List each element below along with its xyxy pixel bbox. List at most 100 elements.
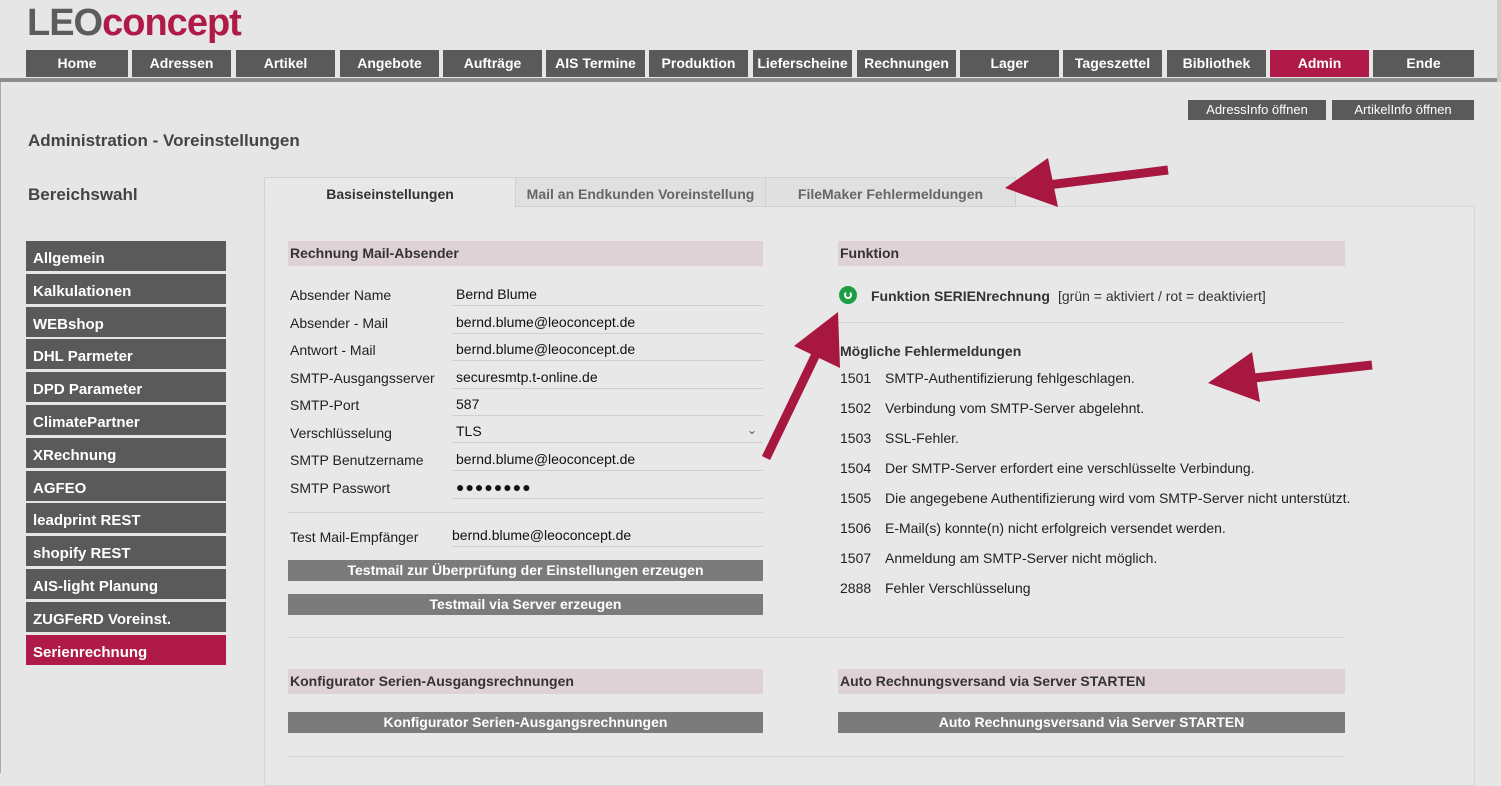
error-row: 1503 SSL-Fehler.	[840, 430, 959, 446]
testmail-server-button[interactable]: Testmail via Server erzeugen	[288, 594, 763, 615]
konfigurator-header: Konfigurator Serien-Ausgangsrechnungen	[288, 669, 763, 694]
error-code: 2888	[840, 580, 872, 596]
error-code: 1507	[840, 550, 872, 566]
artikelinfo-button[interactable]: ArtikelInfo öffnen	[1332, 100, 1474, 120]
error-code: 1502	[840, 400, 872, 416]
nav-divider	[0, 78, 1501, 82]
sidebar-item-webshop[interactable]: WEBshop	[26, 306, 226, 337]
select-value: TLS	[456, 423, 482, 439]
nav-ende[interactable]: Ende	[1373, 50, 1474, 77]
funktion-header: Funktion	[838, 241, 1345, 266]
error-code: 1506	[840, 520, 872, 536]
test-recipient-input[interactable]: bernd.blume@leoconcept.de	[452, 525, 763, 547]
error-list-title: Mögliche Fehlermeldungen	[840, 343, 1022, 359]
arrow-to-tab-icon	[1005, 158, 1169, 207]
verschluesselung-select[interactable]: TLS ⌄	[452, 421, 763, 443]
smtp-server-input[interactable]: securesmtp.t-online.de	[452, 367, 763, 389]
nav-adressen[interactable]: Adressen	[132, 50, 231, 77]
smtp-username-input[interactable]: bernd.blume@leoconcept.de	[452, 449, 763, 471]
logo-part-concept: concept	[102, 2, 242, 44]
nav-rechnungen[interactable]: Rechnungen	[857, 50, 956, 77]
sidebar-item-zugferd-voreinst-[interactable]: ZUGFeRD Voreinst.	[26, 601, 226, 632]
antwort-mail-input[interactable]: bernd.blume@leoconcept.de	[452, 339, 763, 361]
divider	[288, 637, 1345, 638]
auto-versand-header: Auto Rechnungsversand via Server STARTEN	[838, 669, 1345, 694]
logo-part-leo: LEO	[27, 2, 103, 44]
nav-bibliothek[interactable]: Bibliothek	[1167, 50, 1266, 77]
field-label: SMTP-Ausgangsserver	[290, 370, 435, 386]
error-text: Der SMTP-Server erfordert eine verschlüs…	[885, 460, 1255, 476]
smtp-port-input[interactable]: 587	[452, 394, 763, 416]
sidebar-item-climatepartner[interactable]: ClimatePartner	[26, 404, 226, 435]
sidebar: Allgemein Kalkulationen WEBshop DHL Parmete…	[26, 241, 226, 667]
nav-tageszettel[interactable]: Tageszettel	[1063, 50, 1162, 77]
error-row: 1507 Anmeldung am SMTP-Server nicht mögli…	[840, 550, 1157, 566]
error-text: Verbindung vom SMTP-Server abgelehnt.	[885, 400, 1145, 416]
nav-artikel[interactable]: Artikel	[236, 50, 335, 77]
nav-angebote[interactable]: Angebote	[340, 50, 439, 77]
error-code: 1504	[840, 460, 872, 476]
field-label: Verschlüsselung	[290, 425, 392, 441]
sidebar-item-agfeo[interactable]: AGFEO	[26, 470, 226, 501]
divider	[288, 512, 763, 513]
section-title: Bereichswahl	[28, 185, 138, 204]
chevron-down-icon: ⌄	[746, 423, 757, 437]
sidebar-item-dhl-parmeter[interactable]: DHL Parmeter	[26, 339, 226, 370]
nav-lager[interactable]: Lager	[960, 50, 1059, 77]
right-edge	[1497, 0, 1501, 82]
field-label: Antwort - Mail	[290, 342, 376, 358]
tab-basiseinstellungen[interactable]: Basiseinstellungen	[264, 177, 516, 208]
testmail-button[interactable]: Testmail zur Überprüfung der Einstellung…	[288, 560, 763, 581]
sidebar-item-shopify-rest[interactable]: shopify REST	[26, 536, 226, 567]
left-edge	[0, 82, 1, 773]
error-text: SMTP-Authentifizierung fehlgeschlagen.	[885, 370, 1135, 386]
error-text: Anmeldung am SMTP-Server nicht möglich.	[885, 550, 1158, 566]
absender-mail-input[interactable]: bernd.blume@leoconcept.de	[452, 312, 763, 334]
test-recipient-label: Test Mail-Empfänger	[290, 529, 419, 545]
nav-lieferscheine[interactable]: Lieferscheine	[753, 50, 852, 77]
field-label: Absender - Mail	[290, 315, 389, 331]
divider	[288, 756, 1345, 757]
absender-name-input[interactable]: Bernd Blume	[452, 284, 763, 306]
field-label: SMTP Passwort	[290, 480, 391, 496]
error-text: Fehler Verschlüsselung	[885, 580, 1031, 596]
nav-ais-termine[interactable]: AIS Termine	[546, 50, 645, 77]
error-code: 1505	[840, 490, 872, 506]
smtp-password-input[interactable]: ●●●●●●●●	[452, 477, 763, 499]
status-active-icon[interactable]	[839, 286, 857, 304]
error-code: 1503	[840, 430, 872, 446]
divider	[838, 322, 1345, 323]
error-row: 1506 E-Mail(s) konnte(n) nicht erfolgreic…	[840, 520, 1226, 536]
error-code: 1501	[840, 370, 872, 386]
nav-home[interactable]: Home	[26, 50, 128, 77]
sidebar-item-ais-light-planung[interactable]: AIS-light Planung	[26, 568, 226, 599]
sidebar-item-allgemein[interactable]: Allgemein	[26, 241, 226, 271]
sidebar-item-xrechnung[interactable]: XRechnung	[26, 437, 226, 468]
field-label: SMTP Benutzername	[290, 452, 424, 468]
logo: LEOconcept	[27, 2, 242, 44]
tab-mail-endkunden[interactable]: Mail an Endkunden Voreinstellung	[515, 177, 766, 207]
nav-auftr-ge[interactable]: Aufträge	[443, 50, 542, 77]
sidebar-item-leadprint-rest[interactable]: leadprint REST	[26, 503, 226, 534]
error-row: 1505 Die angegebene Authentifizierung wir…	[840, 490, 1350, 506]
auto-versand-button[interactable]: Auto Rechnungsversand via Server STARTEN	[838, 712, 1345, 733]
error-text: E-Mail(s) konnte(n) nicht erfolgreich ve…	[885, 520, 1226, 536]
nav-produktion[interactable]: Produktion	[649, 50, 748, 77]
error-row: 2888 Fehler Verschlüsselung	[840, 580, 1031, 596]
sidebar-item-dpd-parameter[interactable]: DPD Parameter	[26, 372, 226, 403]
error-text: Die angegebene Authentifizierung wird vo…	[885, 490, 1351, 506]
error-row: 1502 Verbindung vom SMTP-Server abgelehnt…	[840, 400, 1144, 416]
adressinfo-button[interactable]: AdressInfo öffnen	[1188, 100, 1326, 120]
konfigurator-button[interactable]: Konfigurator Serien-Ausgangsrechnungen	[288, 712, 763, 733]
mail-sender-header: Rechnung Mail-Absender	[288, 241, 763, 266]
nav-admin[interactable]: Admin	[1270, 50, 1369, 77]
field-label: SMTP-Port	[290, 397, 360, 413]
sidebar-item-kalkulationen[interactable]: Kalkulationen	[26, 273, 226, 304]
field-label: Absender Name	[290, 287, 392, 303]
tab-filemaker-fehlermeldungen[interactable]: FileMaker Fehlermeldungen	[765, 177, 1016, 207]
sidebar-item-serienrechnung[interactable]: Serienrechnung	[26, 634, 226, 665]
funktion-description: [grün = aktiviert / rot = deaktiviert]	[1058, 288, 1266, 304]
page-title: Administration - Voreinstellungen	[28, 131, 300, 150]
error-text: SSL-Fehler.	[885, 430, 959, 446]
funktion-label: Funktion SERIENrechnung	[871, 288, 1050, 304]
